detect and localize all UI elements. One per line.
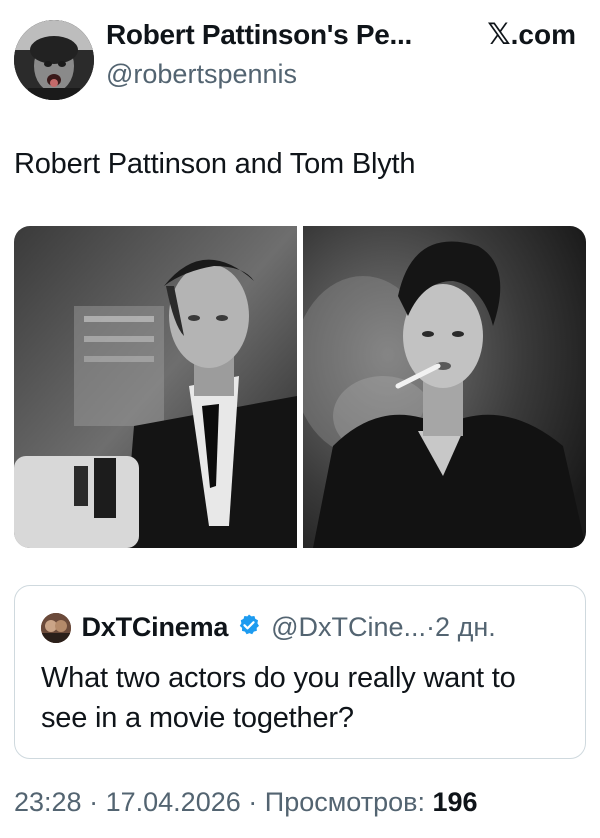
quoted-tweet-header: DxTCinema @DxTCine...·2 дн. (41, 612, 571, 646)
quoted-handle[interactable]: @DxTCine... (271, 612, 426, 642)
quoted-time[interactable]: 2 дн. (435, 612, 496, 642)
tweet-text: Robert Pattinson and Tom Blyth (14, 148, 416, 180)
quoted-display-name[interactable]: DxTCinema (81, 612, 228, 642)
tweet-media[interactable] (14, 226, 586, 548)
avatar-image (14, 20, 94, 100)
photo-right-image (303, 226, 586, 548)
views-label: Просмотров: (264, 787, 425, 817)
quoted-tweet-text: What two actors do you really want to se… (41, 662, 516, 734)
source-domain: .com (510, 19, 576, 50)
verified-badge-icon (237, 613, 261, 642)
footer-separator: · (89, 787, 99, 817)
tweet-footer: 23:28 · 17.04.2026 · Просмотров: 196 (14, 785, 478, 819)
footer-separator-2: · (248, 787, 258, 817)
tweet-header: Robert Pattinson's Pe... @robertspennis … (14, 16, 586, 100)
photo-left-image (14, 226, 297, 548)
quoted-tweet[interactable]: DxTCinema @DxTCine...·2 дн. What two act… (14, 585, 586, 759)
author-avatar[interactable] (14, 20, 94, 100)
author-handle[interactable]: @robertspennis (106, 58, 576, 90)
author-display-name[interactable]: Robert Pattinson's Pe... (106, 18, 412, 52)
x-logo-icon: 𝕏 (487, 19, 511, 51)
photo-tom-blyth[interactable] (303, 226, 586, 548)
tweet-time[interactable]: 23:28 (14, 787, 82, 817)
views-count: 196 (432, 787, 478, 817)
tweet-date[interactable]: 17.04.2026 (106, 787, 241, 817)
quoted-author-avatar[interactable] (41, 612, 71, 643)
source-label: 𝕏.com (487, 18, 576, 52)
quoted-separator: · (426, 612, 436, 642)
tweet-screenshot: Robert Pattinson's Pe... @robertspennis … (0, 0, 600, 838)
quoted-avatar-image (41, 612, 71, 643)
photo-robert-pattinson[interactable] (14, 226, 297, 548)
